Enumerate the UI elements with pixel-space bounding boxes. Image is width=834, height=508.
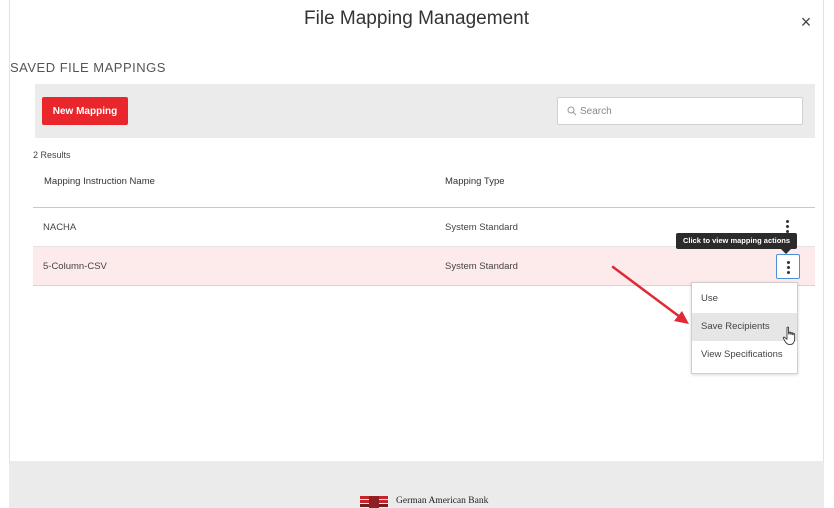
red-pointer-arrow-icon — [611, 265, 689, 324]
new-mapping-button[interactable]: New Mapping — [42, 97, 128, 125]
toolbar: New Mapping — [35, 84, 815, 138]
mapping-actions-tooltip: Click to view mapping actions — [676, 233, 797, 249]
column-header-type[interactable]: Mapping Type — [445, 176, 505, 187]
search-icon — [567, 106, 577, 116]
mapping-type-cell: System Standard — [445, 261, 518, 272]
mapping-name-cell: NACHA — [43, 222, 77, 233]
more-actions-icon[interactable] — [776, 254, 800, 279]
footer-bar: German American Bank — [9, 461, 824, 508]
file-mapping-modal: File Mapping Management × SAVED FILE MAP… — [9, 0, 824, 508]
tooltip-arrow — [781, 249, 791, 254]
search-input[interactable] — [580, 98, 800, 124]
hand-cursor-icon — [782, 326, 796, 345]
mapping-name-cell: 5-Column-CSV — [43, 261, 107, 272]
search-box[interactable] — [557, 97, 803, 125]
close-icon[interactable]: × — [795, 11, 817, 33]
mapping-type-cell: System Standard — [445, 222, 518, 233]
menu-item-use[interactable]: Use — [692, 285, 797, 313]
table-row[interactable]: 5-Column-CSV System Standard — [33, 247, 815, 286]
results-count: 2 Results — [33, 150, 71, 160]
section-heading: SAVED FILE MAPPINGS — [10, 60, 166, 75]
bank-logo-icon — [360, 496, 388, 508]
bank-name: German American Bank — [396, 496, 489, 506]
column-header-name[interactable]: Mapping Instruction Name — [44, 176, 155, 187]
modal-title: File Mapping Management — [304, 8, 529, 29]
